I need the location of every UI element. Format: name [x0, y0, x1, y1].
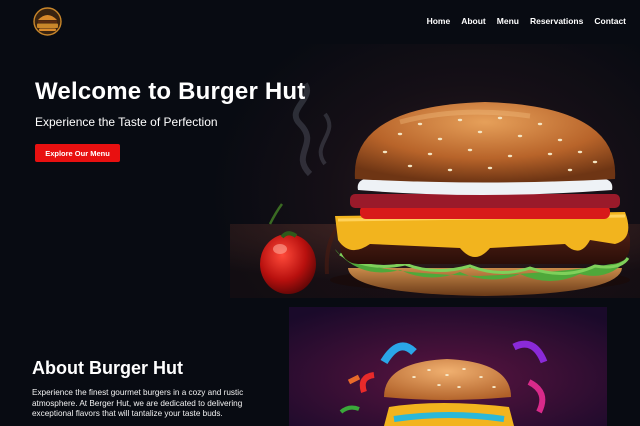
hero-section: Welcome to Burger Hut Experience the Tas…	[0, 44, 640, 298]
nav-link-reservations[interactable]: Reservations	[530, 16, 583, 26]
about-description: Experience the finest gourmet burgers in…	[32, 388, 244, 418]
nav-link-about[interactable]: About	[461, 16, 486, 26]
about-title: About Burger Hut	[32, 358, 183, 378]
hero-subtitle: Experience the Taste of Perfection	[35, 115, 218, 129]
nav-link-menu[interactable]: Menu	[497, 16, 519, 26]
about-burger-image	[289, 307, 607, 426]
about-section: About Burger Hut Experience the finest g…	[0, 298, 640, 426]
top-navigation: Home About Menu Reservations Contact	[0, 0, 640, 44]
nav-menu: Home About Menu Reservations Contact	[427, 16, 626, 26]
nav-link-home[interactable]: Home	[427, 16, 451, 26]
explore-menu-button[interactable]: Explore Our Menu	[35, 144, 120, 162]
burger-hut-logo-icon[interactable]	[32, 7, 63, 36]
hero-title: Welcome to Burger Hut	[35, 78, 306, 105]
nav-link-contact[interactable]: Contact	[594, 16, 626, 26]
